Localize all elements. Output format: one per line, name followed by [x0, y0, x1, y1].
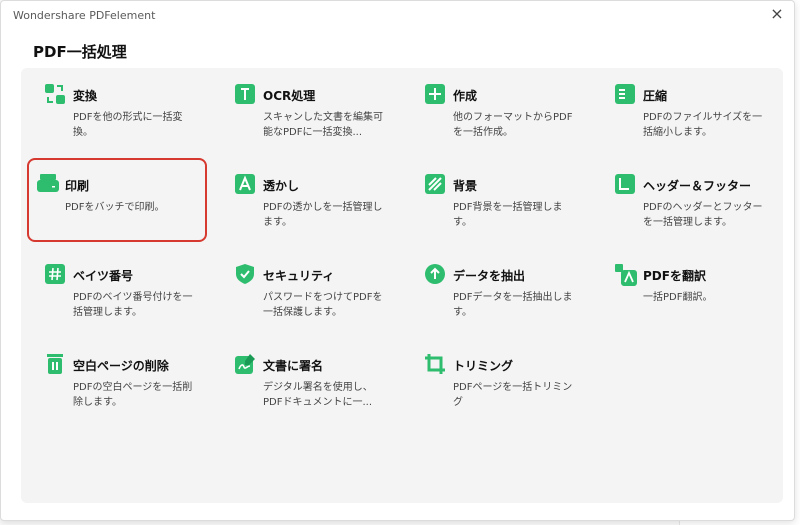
sign-icon	[235, 354, 255, 374]
create-icon	[425, 84, 445, 104]
tool-card-convert[interactable]: 変換 PDFを他の形式に一括変換。	[31, 70, 209, 142]
ocr-icon	[235, 84, 255, 104]
tool-card-ocr[interactable]: OCR処理 スキャンした文書を編集可能なPDFに一括変換...	[221, 70, 399, 142]
security-icon	[235, 264, 255, 284]
header-footer-icon	[615, 174, 635, 194]
print-icon	[37, 174, 59, 194]
tool-title: データを抽出	[453, 269, 526, 283]
tool-card-crop[interactable]: トリミング PDFページを一括トリミング	[411, 340, 589, 412]
tool-card-bates[interactable]: ベイツ番号 PDFのベイツ番号付けを一括管理します。	[31, 250, 209, 322]
translate-icon	[615, 264, 637, 286]
delete-blank-icon	[45, 354, 65, 374]
tool-card-extract[interactable]: データを抽出 PDFデータを一括抽出します。	[411, 250, 589, 322]
tool-title: 透かし	[263, 179, 300, 193]
tool-description: PDFを他の形式に一括変換。	[73, 112, 183, 138]
extract-icon	[425, 264, 445, 284]
tool-description: PDFのファイルサイズを一括縮小します。	[643, 112, 763, 138]
tool-description: PDFのベイツ番号付けを一括管理します。	[73, 292, 193, 318]
tool-title: 文書に署名	[263, 359, 324, 373]
tool-title: 圧縮	[643, 89, 668, 103]
tool-card-print[interactable]: 印刷 PDFをバッチで印刷。	[27, 158, 207, 242]
tool-title: OCR処理	[263, 89, 316, 103]
tool-description: PDF背景を一括管理します。	[453, 202, 563, 228]
tool-card-create[interactable]: 作成 他のフォーマットからPDFを一括作成。	[411, 70, 589, 142]
convert-icon	[45, 84, 65, 104]
tool-grid: 変換 PDFを他の形式に一括変換。 OCR処理 スキャンした文書を編集可能なPD…	[21, 68, 783, 503]
tool-card-translate[interactable]: PDFを翻訳 一括PDF翻訳。	[601, 250, 779, 322]
tool-title: 空白ページの削除	[73, 359, 169, 373]
compress-icon	[615, 84, 635, 104]
tool-description: スキャンした文書を編集可能なPDFに一括変換...	[263, 112, 383, 138]
tool-card-security[interactable]: セキュリティ パスワードをつけてPDFを一括保護します。	[221, 250, 399, 322]
crop-icon	[425, 354, 445, 374]
tool-title: 背景	[453, 179, 478, 193]
tool-title: セキュリティ	[263, 269, 335, 283]
dialog-heading: PDF一括処理	[33, 43, 127, 61]
watermark-icon	[235, 174, 255, 194]
tool-description: PDFデータを一括抽出します。	[453, 292, 573, 318]
tool-description: PDFページを一括トリミング	[453, 382, 573, 408]
tool-description: PDFのヘッダーとフッターを一括管理します。	[643, 202, 763, 228]
tool-title: PDFを翻訳	[643, 269, 706, 283]
tool-title: 作成	[453, 89, 478, 103]
window-title: Wondershare PDFelement	[13, 9, 156, 22]
tool-title: 印刷	[65, 179, 90, 193]
tool-title: ベイツ番号	[73, 269, 134, 283]
close-icon[interactable]: ×	[768, 5, 786, 23]
tool-title: ヘッダー＆フッター	[643, 179, 752, 193]
tool-card-background[interactable]: 背景 PDF背景を一括管理します。	[411, 160, 589, 232]
tool-description: デジタル署名を使用し、PDFドキュメントに一...	[263, 382, 373, 408]
tool-card-compress[interactable]: 圧縮 PDFのファイルサイズを一括縮小します。	[601, 70, 779, 142]
background-icon	[425, 174, 445, 194]
batch-process-dialog: Wondershare PDFelement × PDF一括処理 変換 PDFを…	[0, 0, 795, 521]
tool-description: PDFの空白ページを一括削除します。	[73, 382, 193, 408]
tool-title: トリミング	[453, 359, 514, 373]
tool-description: パスワードをつけてPDFを一括保護します。	[263, 292, 383, 318]
bates-icon	[45, 264, 65, 284]
tool-card-watermark[interactable]: 透かし PDFの透かしを一括管理します。	[221, 160, 399, 232]
tool-card-delete-blank[interactable]: 空白ページの削除 PDFの空白ページを一括削除します。	[31, 340, 209, 412]
tool-description: 他のフォーマットからPDFを一括作成。	[453, 112, 573, 138]
tool-description: 一括PDF翻訳。	[643, 292, 713, 303]
tool-title: 変換	[73, 89, 98, 103]
tool-description: PDFの透かしを一括管理します。	[263, 202, 383, 228]
tool-description: PDFをバッチで印刷。	[65, 202, 165, 213]
tool-card-header-footer[interactable]: ヘッダー＆フッター PDFのヘッダーとフッターを一括管理します。	[601, 160, 779, 232]
tool-card-sign[interactable]: 文書に署名 デジタル署名を使用し、PDFドキュメントに一...	[221, 340, 399, 412]
